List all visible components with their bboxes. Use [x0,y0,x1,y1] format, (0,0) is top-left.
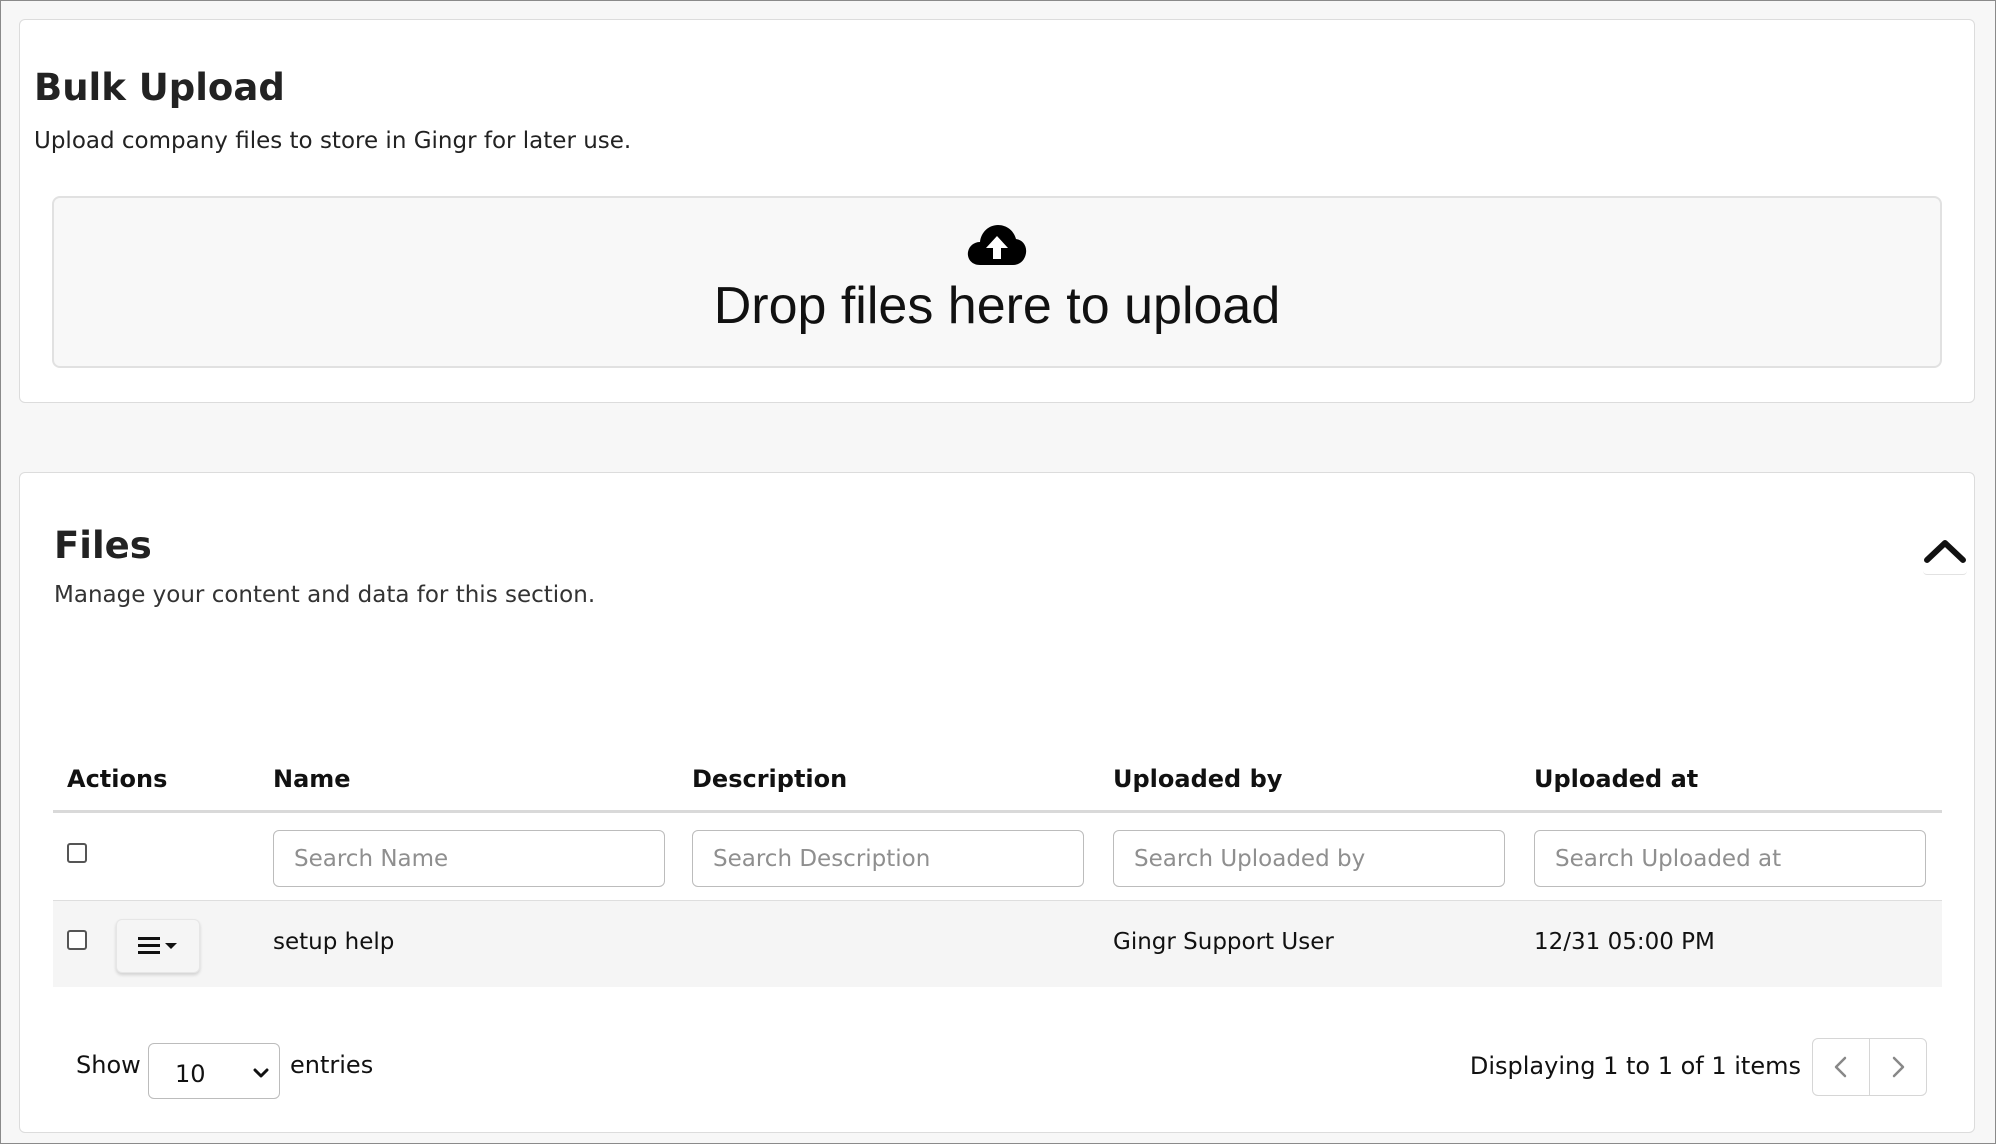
entries-label: entries [290,1051,374,1079]
table-row: setup help Gingr Support User 12/31 05:0… [53,901,1942,987]
select-all-checkbox[interactable] [67,843,87,863]
files-subtitle: Manage your content and data for this se… [54,582,596,608]
files-title: Files [54,524,152,567]
search-name-input[interactable] [273,830,665,887]
chevron-left-icon [1834,1056,1847,1078]
bulk-upload-title: Bulk Upload [34,66,285,109]
column-header-description[interactable]: Description [692,767,847,791]
column-header-uploaded-by[interactable]: Uploaded by [1113,767,1282,791]
chevron-down-icon [253,1068,269,1078]
dropzone-text: Drop files here to upload [713,277,1281,335]
file-dropzone[interactable]: Drop files here to upload [52,196,1942,368]
collapse-section-button[interactable] [1923,531,1967,575]
search-uploaded-at-input[interactable] [1534,830,1926,887]
row-select-checkbox[interactable] [67,930,87,950]
column-header-name[interactable]: Name [273,767,351,791]
row-uploaded-at: 12/31 05:00 PM [1534,929,1715,955]
column-header-actions[interactable]: Actions [67,767,167,791]
show-label: Show [76,1051,141,1079]
next-page-button[interactable] [1869,1038,1927,1096]
row-actions-menu-button[interactable] [116,919,200,973]
search-uploaded-by-input[interactable] [1113,830,1505,887]
pagination-info: Displaying 1 to 1 of 1 items [1469,1052,1801,1080]
search-description-input[interactable] [692,830,1084,887]
table-filter-row [53,813,1942,901]
table-header-row: Actions Name Description Uploaded by Upl… [53,753,1942,813]
row-uploaded-by: Gingr Support User [1113,929,1334,955]
previous-page-button[interactable] [1812,1038,1870,1096]
page-size-value: 10 [175,1060,206,1088]
cloud-upload-icon [967,225,1027,265]
hamburger-dropdown-icon [138,936,177,954]
chevron-up-icon [1924,540,1966,563]
bulk-upload-subtitle: Upload company files to store in Gingr f… [34,128,632,154]
column-header-uploaded-at[interactable]: Uploaded at [1534,767,1698,791]
page-size-select[interactable]: 10 [148,1043,280,1099]
row-name[interactable]: setup help [273,931,394,954]
files-table: Actions Name Description Uploaded by Upl… [53,753,1942,987]
chevron-right-icon [1892,1056,1905,1078]
